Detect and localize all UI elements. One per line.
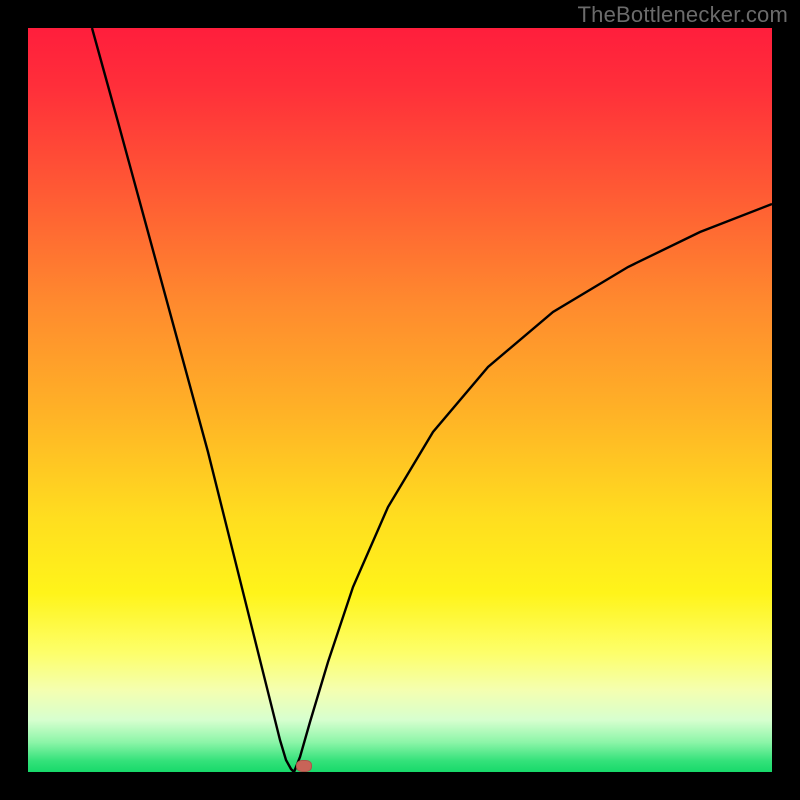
attribution-label: TheBottlenecker.com (578, 2, 788, 28)
plot-frame (28, 28, 772, 772)
bottleneck-curve (28, 28, 772, 772)
curve-right-branch (294, 204, 772, 772)
curve-left-branch (92, 28, 294, 772)
valley-marker (296, 760, 312, 772)
chart-container: TheBottlenecker.com (0, 0, 800, 800)
